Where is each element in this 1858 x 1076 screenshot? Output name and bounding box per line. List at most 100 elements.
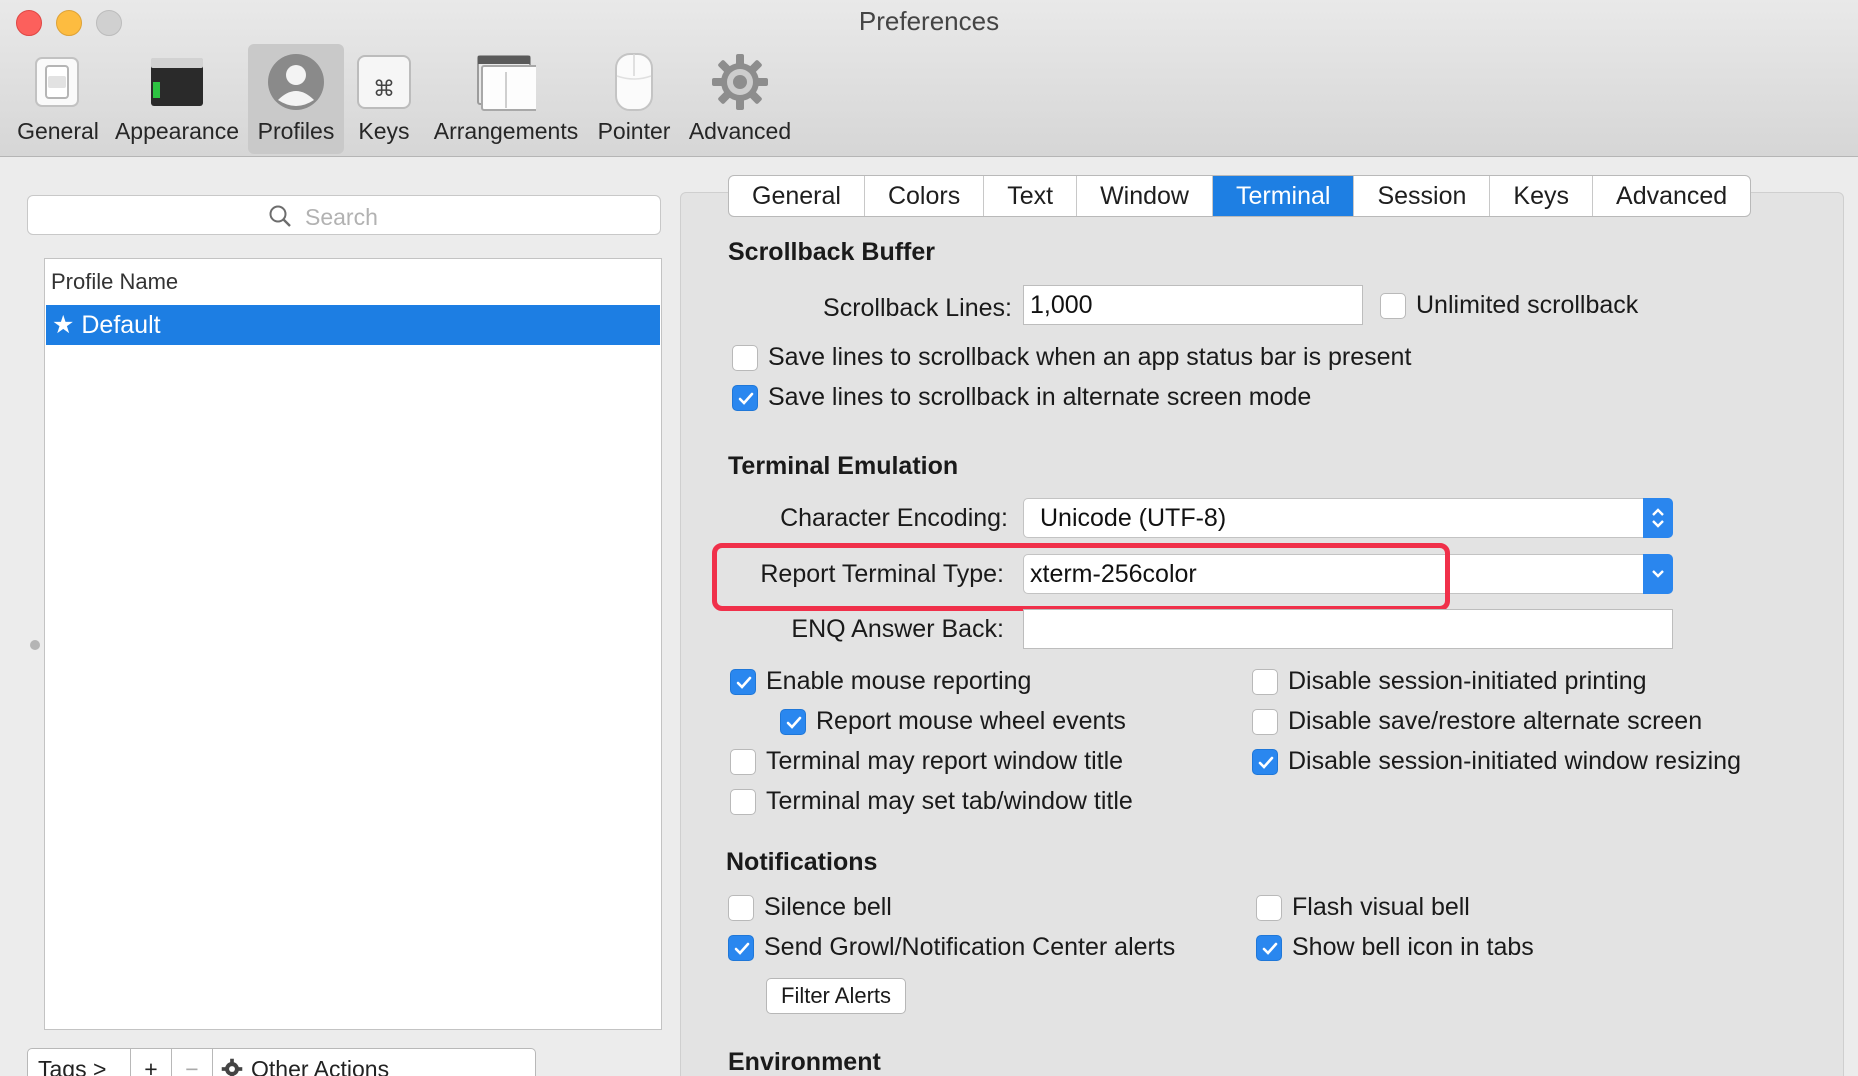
general-switch-icon (35, 57, 79, 107)
default-star-icon: ★ (52, 311, 75, 339)
toolbar-appearance-label: Appearance (114, 118, 240, 144)
remove-profile-button[interactable]: − (171, 1048, 213, 1076)
silence-bell-box (728, 895, 754, 921)
tab-keys[interactable]: Keys (1490, 176, 1594, 216)
send-growl-alerts-box (728, 935, 754, 961)
toolbar-keys-label: Keys (358, 118, 410, 144)
tags-button[interactable]: Tags > (27, 1048, 131, 1076)
disable-alternate-screen-label: Disable save/restore alternate screen (1288, 707, 1703, 735)
profile-row-name: Default (81, 311, 161, 339)
show-bell-icon-box (1256, 935, 1282, 961)
enable-mouse-reporting-label: Enable mouse reporting (766, 667, 1032, 695)
toolbar-general-label: General (17, 118, 99, 144)
disable-window-resizing-box (1252, 749, 1278, 775)
scrollback-lines-label: Scrollback Lines: (823, 294, 1012, 322)
enq-answer-back-field[interactable] (1023, 609, 1673, 649)
encoding-stepper-arrows[interactable] (1643, 498, 1673, 538)
toolbar-general[interactable]: General (10, 44, 106, 154)
window-title: Preferences (858, 6, 1000, 36)
flash-visual-bell-label: Flash visual bell (1292, 893, 1470, 921)
other-actions-gear-icon (221, 1058, 243, 1076)
tab-window[interactable]: Window (1077, 176, 1213, 216)
terminal-type-dropdown-button[interactable] (1643, 554, 1673, 594)
add-profile-button[interactable]: + (130, 1048, 172, 1076)
scrollback-lines-field[interactable]: 1,000 (1023, 285, 1363, 325)
preferences-window: Preferences General Appearance Profiles … (0, 0, 1858, 1076)
report-mouse-wheel-box (780, 709, 806, 735)
send-growl-alerts-label: Send Growl/Notification Center alerts (764, 933, 1176, 961)
notifications-heading: Notifications (726, 848, 878, 876)
toolbar-appearance[interactable]: Appearance (112, 44, 242, 154)
checkmark-icon (736, 676, 752, 689)
toolbar: Preferences General Appearance Profiles … (0, 0, 1858, 157)
toolbar-advanced-label: Advanced (688, 118, 792, 144)
other-actions-button[interactable]: Other Actions (212, 1048, 536, 1076)
profiles-person-icon (268, 54, 324, 110)
disable-printing-box (1252, 669, 1278, 695)
flash-visual-bell-box (1256, 895, 1282, 921)
tab-terminal[interactable]: Terminal (1212, 176, 1355, 216)
unlimited-scrollback-label: Unlimited scrollback (1416, 291, 1639, 319)
toolbar-keys[interactable]: ⌘ Keys (350, 44, 418, 154)
toolbar-pointer[interactable]: Pointer (590, 44, 678, 154)
search-icon (269, 205, 291, 227)
toolbar-arrangements-label: Arrangements (433, 118, 579, 144)
toolbar-arrangements[interactable]: Arrangements (430, 44, 582, 154)
toolbar-advanced[interactable]: Advanced (684, 44, 796, 154)
arrangements-windows-icon (477, 55, 536, 111)
report-window-title-label: Terminal may report window title (766, 747, 1124, 775)
tab-colors[interactable]: Colors (865, 176, 985, 216)
enq-answer-back-label: ENQ Answer Back: (791, 615, 1004, 643)
environment-heading: Environment (728, 1048, 881, 1076)
profile-list: Profile Name ★ Default (44, 258, 662, 1030)
checkmark-icon (738, 392, 754, 405)
save-alternate-label: Save lines to scrollback in alternate sc… (768, 383, 1312, 411)
advanced-gear-icon (712, 54, 768, 110)
tab-session[interactable]: Session (1354, 176, 1491, 216)
pointer-mouse-icon (615, 53, 653, 111)
profile-search-field[interactable]: Search (27, 195, 661, 235)
annotation-highlight-box (712, 543, 1450, 611)
checkmark-icon (1258, 756, 1274, 769)
profile-row-default[interactable]: ★ Default (46, 305, 660, 345)
toolbar-profiles[interactable]: Profiles (248, 44, 344, 154)
checkmark-icon (734, 942, 750, 955)
tab-text[interactable]: Text (984, 176, 1078, 216)
show-bell-icon-label: Show bell icon in tabs (1292, 933, 1534, 961)
svg-text:⌘: ⌘ (373, 77, 395, 102)
report-window-title-box (730, 749, 756, 775)
tab-general[interactable]: General (729, 176, 865, 216)
character-encoding-value: Unicode (UTF-8) (1040, 504, 1227, 532)
terminal-emulation-heading: Terminal Emulation (728, 452, 959, 480)
search-placeholder: Search (305, 204, 378, 230)
keys-command-icon: ⌘ (357, 55, 411, 109)
silence-bell-label: Silence bell (764, 893, 892, 921)
save-status-bar-label: Save lines to scrollback when an app sta… (768, 343, 1412, 371)
disable-printing-label: Disable session-initiated printing (1288, 667, 1647, 695)
save-status-bar-box (732, 345, 758, 371)
scrollback-heading: Scrollback Buffer (728, 238, 936, 266)
filter-alerts-button[interactable]: Filter Alerts (766, 978, 907, 1014)
appearance-terminal-icon (151, 58, 203, 106)
character-encoding-popup[interactable]: Unicode (UTF-8) (1023, 498, 1673, 538)
split-handle[interactable] (30, 640, 40, 650)
disable-alternate-screen-box (1252, 709, 1278, 735)
profile-tabs: General Colors Text Window Terminal Sess… (728, 175, 1752, 217)
toolbar-pointer-label: Pointer (597, 118, 671, 144)
other-actions-label: Other Actions (251, 1056, 390, 1076)
character-encoding-label: Character Encoding: (780, 504, 1008, 532)
enable-mouse-reporting-box (730, 669, 756, 695)
unlimited-scrollback-box (1380, 293, 1406, 319)
checkmark-icon (786, 716, 802, 729)
save-alternate-box (732, 385, 758, 411)
disable-window-resizing-label: Disable session-initiated window resizin… (1288, 747, 1741, 775)
profile-name-column-header[interactable]: Profile Name (51, 269, 178, 295)
set-tab-window-title-box (730, 789, 756, 815)
up-down-chevron-icon (1652, 508, 1664, 528)
report-mouse-wheel-label: Report mouse wheel events (816, 707, 1126, 735)
set-tab-window-title-label: Terminal may set tab/window title (766, 787, 1133, 815)
checkmark-icon (1262, 942, 1278, 955)
toolbar-profiles-label: Profiles (257, 118, 335, 144)
chevron-down-icon (1652, 570, 1664, 578)
tab-advanced[interactable]: Advanced (1593, 176, 1750, 216)
